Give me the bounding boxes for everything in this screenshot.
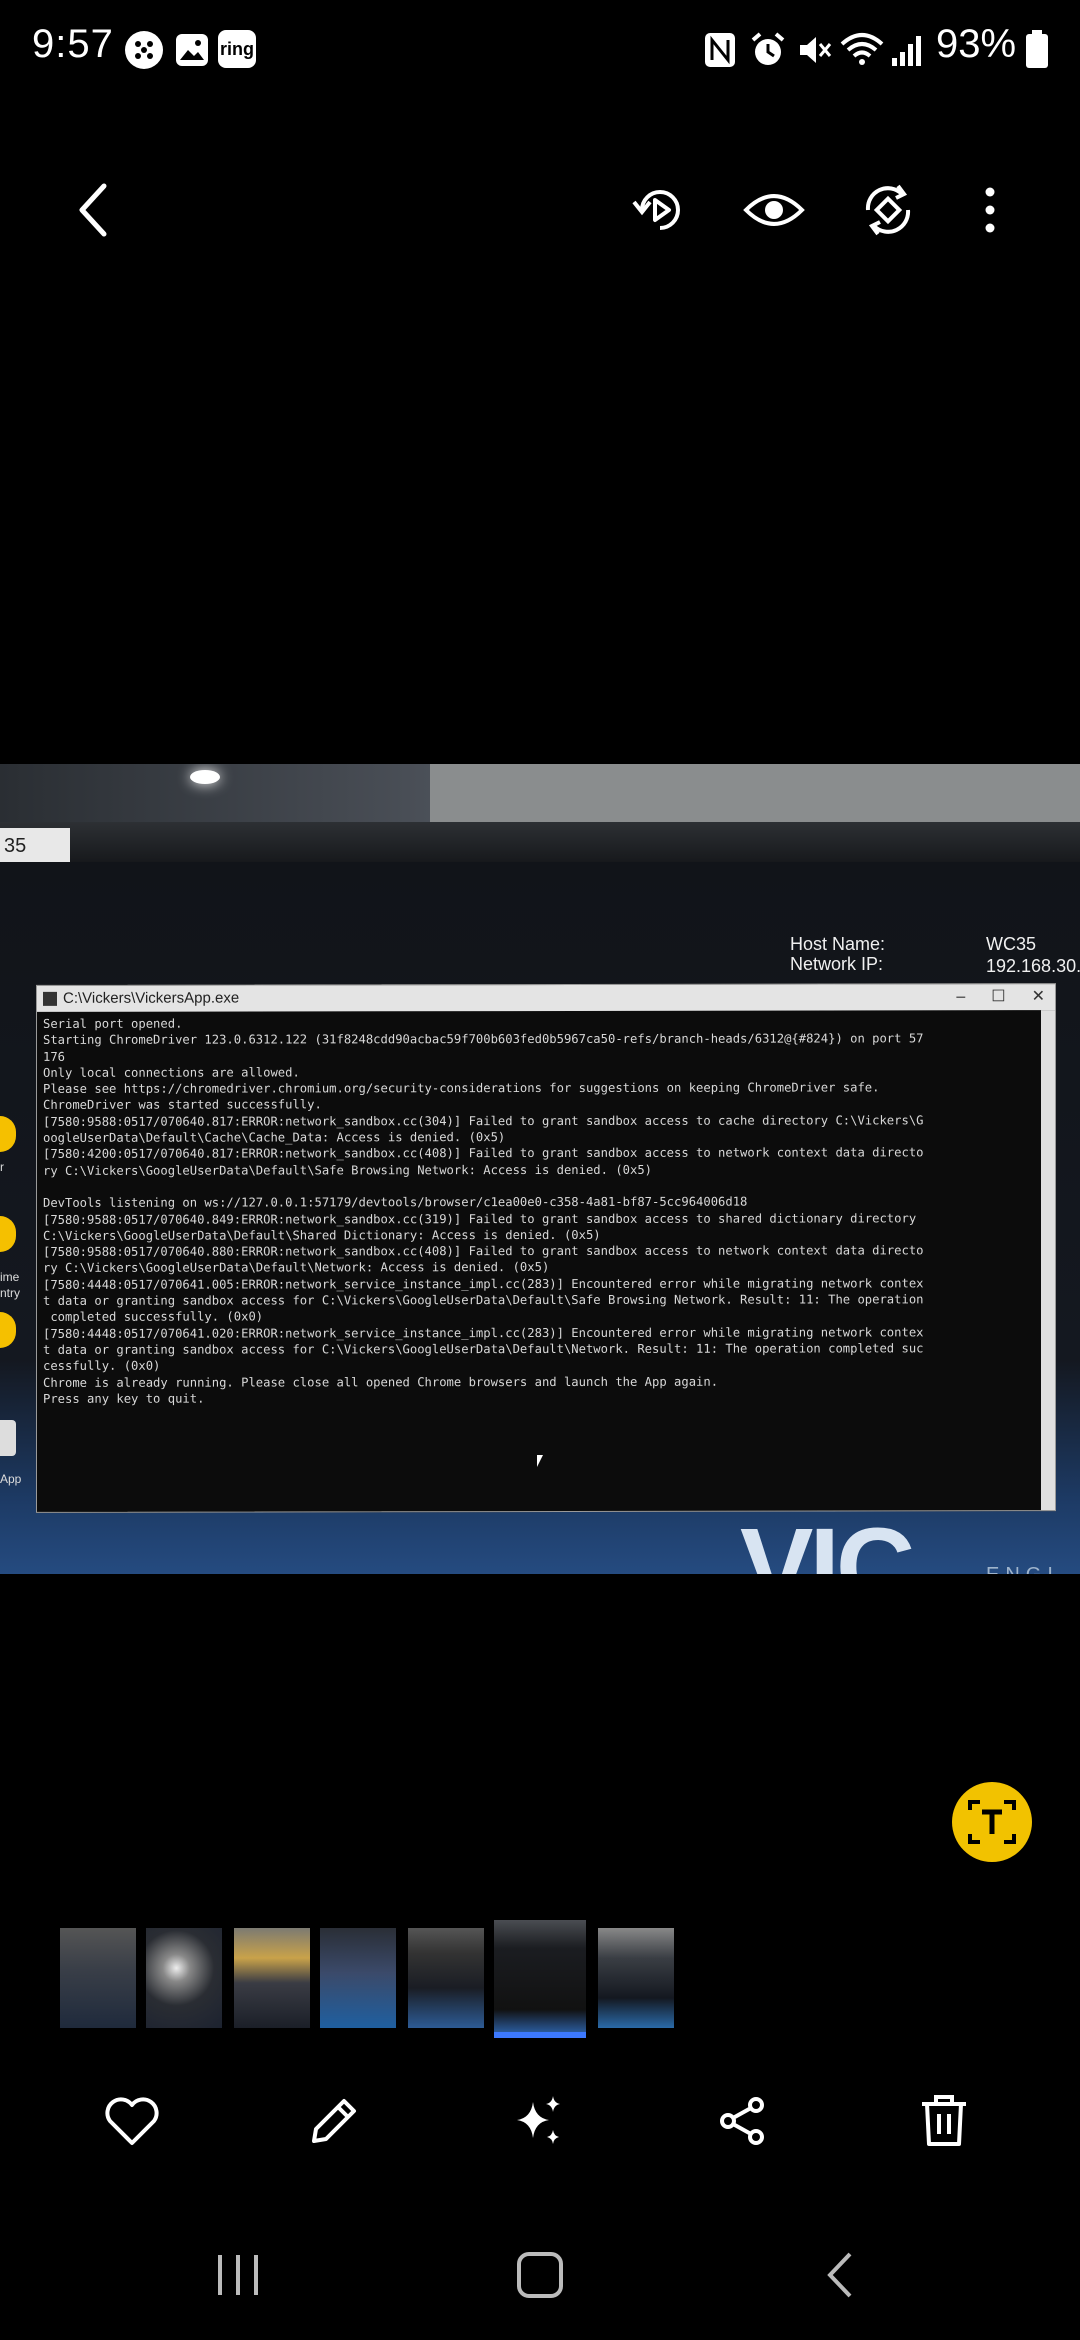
minimize-icon: – (956, 988, 966, 1006)
bottom-toolbar (0, 2085, 1080, 2175)
console-app-icon (43, 991, 57, 1006)
thumbnail-item-selected[interactable] (494, 1920, 586, 2038)
thumbnail-item[interactable] (60, 1928, 136, 2028)
back-icon[interactable] (58, 174, 130, 246)
console-line: completed successfully. (0x0) (43, 1309, 264, 1325)
alarm-icon (748, 30, 788, 70)
desktop-shortcut-label: r (0, 1160, 4, 1174)
thumbnail-item[interactable] (234, 1928, 310, 2028)
host-info: Host Name: WC35 Network IP: 192.168.30.3 (790, 934, 1080, 976)
console-line: ry C:\Vickers\GoogleUserData\Default\Net… (43, 1260, 550, 1276)
maximize-icon: ☐ (991, 988, 1006, 1006)
text-extract-icon[interactable] (952, 1782, 1032, 1862)
bezel-label: 35 (0, 828, 70, 864)
console-line: Starting ChromeDriver 123.0.6312.122 (31… (43, 1031, 924, 1048)
console-line: oogleUserData\Default\Cache\Cache_Data: … (43, 1130, 506, 1145)
console-line: Chrome is already running. Please close … (43, 1374, 719, 1390)
host-name-label: Host Name: (790, 934, 886, 954)
nav-back-icon[interactable] (792, 2230, 892, 2320)
thumbnail-item[interactable] (408, 1928, 484, 2028)
ceiling-light (190, 770, 220, 784)
console-line: C:\Vickers\GoogleUserData\Default\Shared… (43, 1227, 601, 1243)
console-line: Press any key to quit. (43, 1391, 205, 1406)
console-line: t data or granting sandbox access for C:… (43, 1341, 924, 1357)
console-line: Serial port opened. (43, 1016, 183, 1031)
brand-subtitle: ENGI (986, 1564, 1059, 1574)
wifi-icon (840, 30, 884, 70)
battery-percent: 93% (936, 22, 1017, 66)
console-line: [7580:4448:0517/070641.020:ERROR:network… (43, 1324, 924, 1341)
photo-viewer-image[interactable]: 35 Host Name: WC35 Network IP: 192.168.3… (0, 764, 1080, 1574)
edit-pencil-icon[interactable] (298, 2085, 370, 2157)
gallery-icon (172, 30, 212, 70)
close-icon: ✕ (1031, 988, 1045, 1006)
network-ip-label: Network IP: (790, 954, 884, 974)
rotate-icon[interactable] (852, 174, 924, 246)
system-nav-bar (0, 2230, 1080, 2320)
top-toolbar (0, 170, 1080, 260)
home-icon[interactable] (490, 2230, 590, 2320)
more-icon[interactable] (954, 174, 1026, 246)
host-name-value: WC35 (986, 934, 1037, 954)
thumbnail-item[interactable] (598, 1928, 674, 2028)
console-line: [7580:9588:0517/070640.880:ERROR:network… (43, 1243, 924, 1260)
mute-icon (794, 30, 834, 70)
network-ip-value: 192.168.30.3 (986, 956, 1080, 976)
console-line: [7580:4200:0517/070640.817:ERROR:network… (43, 1145, 924, 1162)
console-output: Serial port opened. Starting ChromeDriver… (37, 1010, 1055, 1510)
ai-sparkle-icon[interactable] (502, 2085, 574, 2157)
status-bar: 9:57 ring 93% (0, 0, 1080, 100)
console-line: [7580:9588:0517/070640.849:ERROR:network… (43, 1210, 917, 1227)
desktop-app-icon (0, 1420, 16, 1456)
view-eye-icon[interactable] (738, 174, 810, 246)
console-scrollbar (1041, 1010, 1055, 1511)
console-line: 176 (43, 1049, 66, 1064)
desktop-shortcut-label: App (0, 1472, 22, 1486)
thumbnail-strip (0, 1920, 1080, 2040)
recents-icon[interactable] (188, 2230, 288, 2320)
share-icon[interactable] (706, 2085, 778, 2157)
thumbnail-item[interactable] (320, 1928, 396, 2028)
nfc-icon (702, 30, 742, 70)
console-line: DevTools listening on ws://127.0.0.1:571… (43, 1194, 748, 1211)
signal-icon (890, 30, 930, 70)
console-line: Please see https://chromedriver.chromium… (43, 1080, 880, 1097)
console-titlebar: C:\Vickers\VickersApp.exe – ☐ ✕ (37, 984, 1055, 1012)
favorite-heart-icon[interactable] (96, 2085, 168, 2157)
clock-time: 9:57 (32, 22, 114, 66)
brand-logo: VIC (740, 1506, 915, 1574)
thumbnail-item[interactable] (146, 1928, 222, 2028)
dots-icon (124, 30, 164, 70)
remaster-icon[interactable] (624, 174, 696, 246)
console-line: [7580:4448:0517/070641.005:ERROR:network… (43, 1276, 924, 1292)
ring-app-icon: ring (218, 30, 256, 68)
mouse-cursor-icon (537, 1455, 543, 1468)
console-line: t data or granting sandbox access for C:… (43, 1292, 924, 1308)
console-line: ry C:\Vickers\GoogleUserData\Default\Saf… (43, 1162, 653, 1178)
console-line: [7580:9588:0517/070640.817:ERROR:network… (43, 1113, 924, 1129)
desktop-shortcut-label: ime (0, 1270, 20, 1284)
desktop-shortcut-label: ntry (0, 1286, 21, 1300)
delete-trash-icon[interactable] (908, 2085, 980, 2157)
console-line: ChromeDriver was started successfully. (43, 1097, 322, 1113)
console-line: cessfully. (0x0) (43, 1358, 161, 1374)
wall-panel (430, 764, 1080, 824)
console-title: C:\Vickers\VickersApp.exe (63, 989, 240, 1007)
console-window: C:\Vickers\VickersApp.exe – ☐ ✕ Serial p… (36, 983, 1056, 1513)
console-line: Only local connections are allowed. (43, 1065, 300, 1080)
monitor-bezel (0, 822, 1080, 864)
battery-icon (1024, 30, 1050, 70)
